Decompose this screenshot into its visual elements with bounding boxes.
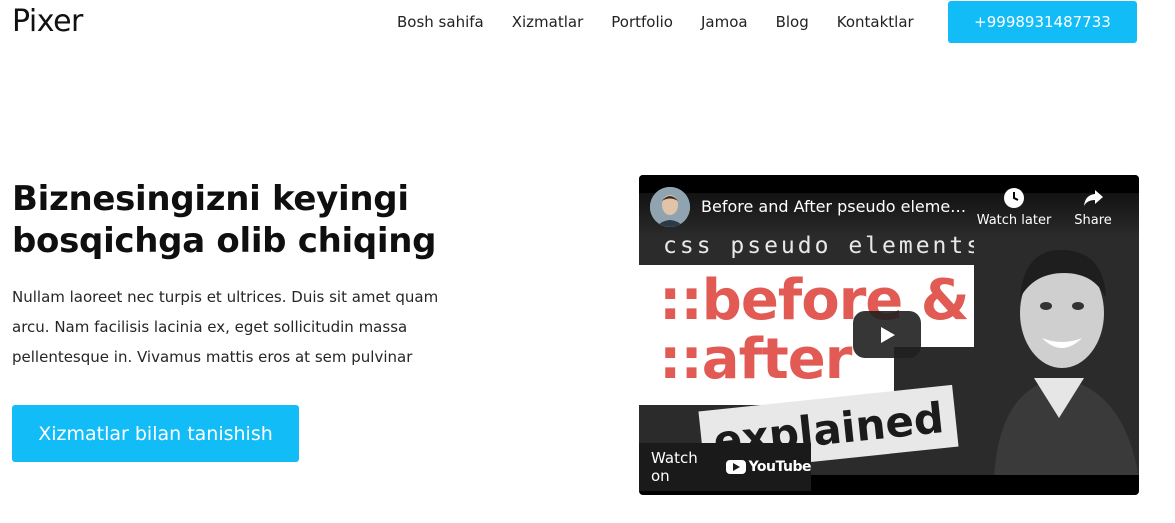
nav-link-portfolio[interactable]: Portfolio: [611, 13, 673, 31]
hero-description: Nullam laoreet nec turpis et ultrices. D…: [12, 288, 439, 366]
video-title[interactable]: Before and After pseudo eleme…: [701, 197, 966, 216]
youtube-wordmark: YouTube: [748, 459, 812, 475]
youtube-embed[interactable]: css pseudo elements ::before & ::after e…: [639, 175, 1139, 495]
share-label: Share: [1074, 213, 1112, 228]
share-icon: [1084, 190, 1103, 206]
play-button[interactable]: [853, 311, 921, 358]
channel-avatar[interactable]: [650, 187, 690, 227]
play-icon: [881, 326, 895, 343]
youtube-logo: YouTube: [725, 459, 812, 475]
nav-link-team[interactable]: Jamoa: [701, 13, 748, 31]
nav-link-services[interactable]: Xizmatlar: [512, 13, 584, 31]
hero-title: Biznesingizni keyingi bosqichga olib chi…: [12, 179, 437, 261]
phone-button[interactable]: +9998931487733: [948, 1, 1137, 43]
clock-icon: [1004, 188, 1024, 208]
share-button[interactable]: Share: [1053, 187, 1133, 228]
site-logo[interactable]: Pixer: [12, 4, 83, 39]
presenter-image: [974, 218, 1139, 475]
nav-link-contacts[interactable]: Kontaktlar: [837, 13, 914, 31]
youtube-play-icon: [725, 460, 746, 474]
avatar-icon: [650, 187, 690, 227]
nav-link-home[interactable]: Bosh sahifa: [397, 13, 484, 31]
nav-link-blog[interactable]: Blog: [776, 13, 809, 31]
watch-on-label: Watch on: [651, 449, 698, 485]
services-cta-button[interactable]: Xizmatlar bilan tanishish: [12, 405, 299, 462]
thumbnail-headline: ::after: [659, 327, 852, 392]
logo-text: Pixer: [12, 4, 83, 39]
thumbnail-headline: ::before &: [659, 268, 970, 333]
watch-later-label: Watch later: [976, 213, 1052, 228]
watch-on-youtube-button[interactable]: Watch on YouTube: [639, 443, 812, 491]
main-nav: Bosh sahifa Xizmatlar Portfolio Jamoa Bl…: [383, 0, 928, 44]
watch-later-button[interactable]: Watch later: [974, 187, 1054, 228]
